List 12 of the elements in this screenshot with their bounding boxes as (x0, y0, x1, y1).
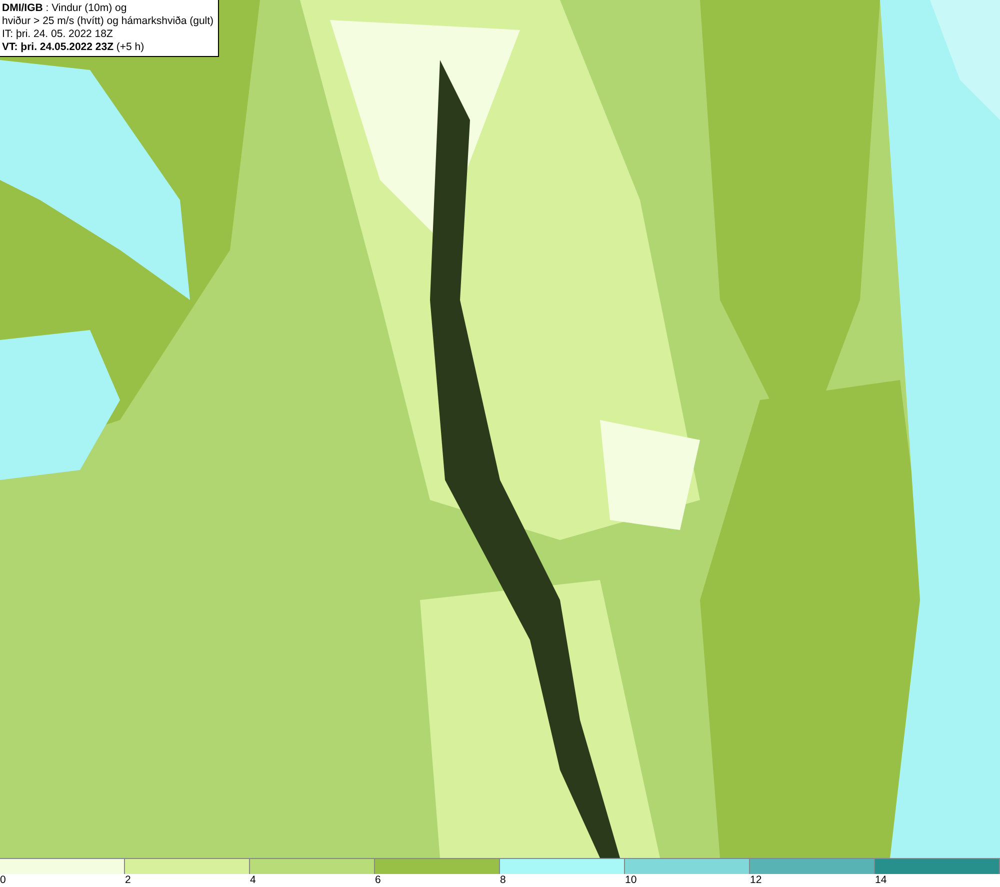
info-line: DMI/IGB : Vindur (10m) og (2, 2, 128, 15)
info-line: VT: þri. 24.05.2022 23Z (+5 h) (2, 41, 146, 54)
info-line: IT: þri. 24. 05. 2022 18Z (2, 28, 114, 41)
legend-label: 4 (250, 874, 256, 887)
legend-label: 12 (750, 874, 762, 887)
legend-label: 10 (625, 874, 637, 887)
legend-label: 6 (375, 874, 381, 887)
legend-label: 2 (125, 874, 131, 887)
info-line: hviður > 25 m/s (hvítt) og hámarkshviða (gult) (2, 15, 214, 28)
legend-label: 0 (0, 874, 6, 887)
legend-label: 8 (500, 874, 506, 887)
legend-label: 14 (875, 874, 887, 887)
